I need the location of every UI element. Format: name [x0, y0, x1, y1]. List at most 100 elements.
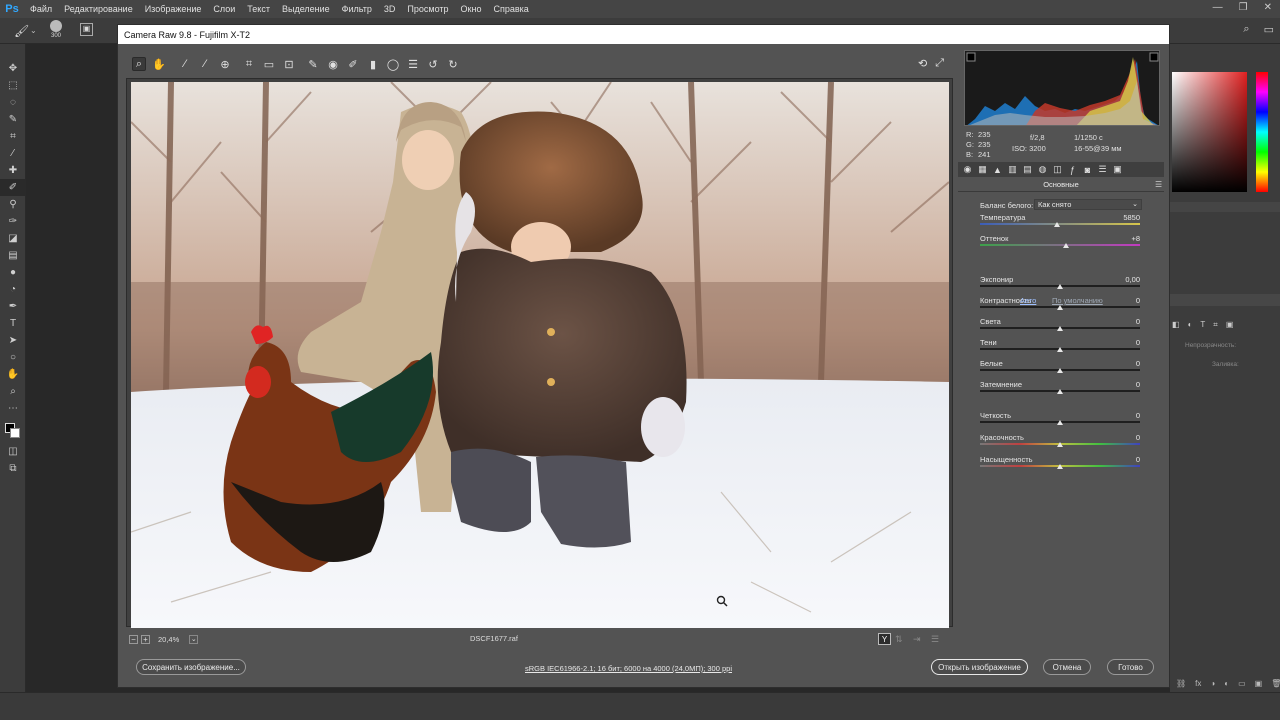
preview-canvas[interactable]	[126, 78, 953, 628]
zoom-in-button[interactable]: +	[141, 634, 150, 644]
tab-split-toning-icon[interactable]: ▤	[1022, 164, 1033, 175]
menu-help[interactable]: Справка	[493, 4, 528, 14]
slider-value[interactable]: 0	[1100, 296, 1140, 305]
dodge-icon[interactable]: ◔	[0, 281, 26, 298]
zoom-icon[interactable]: ⌕	[0, 383, 26, 400]
chevron-down-icon[interactable]: ⌄	[30, 26, 37, 35]
slider-handle[interactable]	[1053, 222, 1060, 227]
default-link[interactable]: По умолчанию	[1052, 296, 1103, 305]
slider-value[interactable]: 0	[1100, 455, 1140, 464]
swap-settings-icon[interactable]: ⇅	[895, 634, 903, 645]
slider-handle[interactable]	[1057, 389, 1063, 394]
tab-camera-calibration-icon[interactable]: ◙	[1082, 164, 1093, 175]
minimize-icon[interactable]: —	[1213, 2, 1223, 13]
red-eye-icon[interactable]: ◉	[326, 57, 340, 71]
eraser-icon[interactable]: ◪	[0, 230, 26, 247]
slider-handle[interactable]	[1057, 347, 1063, 352]
crop-tool-icon[interactable]: ⌗	[0, 128, 26, 145]
type-tool-icon[interactable]: T	[0, 315, 26, 332]
menu-layers[interactable]: Слои	[213, 4, 235, 14]
menu-type[interactable]: Текст	[247, 4, 270, 14]
tab-effects-icon[interactable]: ◫	[1052, 164, 1063, 175]
menu-view[interactable]: Просмотр	[407, 4, 448, 14]
stamp-tool-icon[interactable]: ⚲	[0, 196, 26, 213]
slider-value[interactable]: 0	[1100, 411, 1140, 420]
open-image-button[interactable]: Открыть изображение	[931, 659, 1028, 675]
straighten-icon[interactable]: ▭	[262, 57, 276, 71]
marquee-tool-icon[interactable]: ⬚	[0, 77, 26, 94]
search-icon[interactable]: ⌕	[1243, 23, 1249, 36]
wb-select[interactable]: Как снято ⌄	[1034, 199, 1142, 210]
target-adjust-icon[interactable]: ⊕	[218, 57, 232, 71]
rotate-left-icon[interactable]: ↺	[426, 57, 440, 71]
slider-value[interactable]: 0	[1100, 338, 1140, 347]
color-swatches[interactable]	[0, 417, 25, 443]
tab-hsl-icon[interactable]: ▥	[1007, 164, 1018, 175]
slider-value[interactable]: +8	[1100, 234, 1140, 243]
menu-window[interactable]: Окно	[461, 4, 482, 14]
gradient-icon[interactable]: ▤	[0, 247, 26, 264]
hand-tool-icon[interactable]: ✋	[152, 57, 166, 71]
tab-detail-icon[interactable]: ▲	[992, 164, 1003, 175]
menu-select[interactable]: Выделение	[282, 4, 330, 14]
fullscreen-icon[interactable]: ⤢	[935, 57, 944, 70]
slider-value[interactable]: 0	[1100, 433, 1140, 442]
slider-value[interactable]: 0	[1100, 317, 1140, 326]
adjust-brush-icon[interactable]: ✐	[346, 57, 360, 71]
tab-tone-curve-icon[interactable]: ▦	[977, 164, 988, 175]
slider-value[interactable]: 0	[1100, 359, 1140, 368]
close-icon[interactable]: ✕	[1264, 2, 1272, 13]
zoom-out-button[interactable]: −	[129, 634, 138, 644]
menu-file[interactable]: Файл	[30, 4, 52, 14]
history-brush-icon[interactable]: ✑	[0, 213, 26, 230]
brush-icon[interactable]: 🖌	[14, 24, 29, 38]
tab-snapshots-icon[interactable]: ▣	[1112, 164, 1123, 175]
workspace-icon[interactable]: ▭	[1264, 23, 1274, 36]
slider-handle[interactable]	[1057, 326, 1063, 331]
screen-mode-icon[interactable]: ⧉	[0, 460, 26, 477]
path-select-icon[interactable]: ➤	[0, 332, 26, 349]
slider-value[interactable]: 5850	[1100, 213, 1140, 222]
brush-panel-icon[interactable]: ▣	[80, 23, 93, 36]
white-balance-icon[interactable]: ⁄	[178, 57, 192, 71]
quick-mask-icon[interactable]: ◫	[0, 443, 26, 460]
toggle-settings-icon[interactable]: ☰	[931, 634, 939, 645]
crop-icon[interactable]: ⌗	[242, 57, 256, 71]
tab-presets-icon[interactable]: ☰	[1097, 164, 1108, 175]
zoom-tool-icon[interactable]: ⌕	[132, 57, 146, 71]
color-picker-field[interactable]	[1172, 72, 1247, 192]
slider-handle[interactable]	[1057, 420, 1063, 425]
done-button[interactable]: Готово	[1107, 659, 1154, 675]
tab-lens-icon[interactable]: ◍	[1037, 164, 1048, 175]
hand-icon[interactable]: ✋	[0, 366, 26, 383]
auto-link[interactable]: Авто	[1020, 296, 1036, 305]
slider-handle[interactable]	[1057, 284, 1063, 289]
healing-icon[interactable]: ✚	[0, 162, 26, 179]
save-image-button[interactable]: Сохранить изображение...	[136, 659, 246, 675]
menu-edit[interactable]: Редактирование	[64, 4, 133, 14]
graduated-filter-icon[interactable]: ▮	[366, 57, 380, 71]
slider-value[interactable]: 0,00	[1100, 275, 1140, 284]
tab-fx-icon[interactable]: ƒ	[1067, 164, 1078, 175]
panel-menu-icon[interactable]: ☰	[1155, 180, 1162, 189]
lasso-tool-icon[interactable]: ◌	[0, 94, 26, 111]
preferences-icon[interactable]: ☰	[406, 57, 420, 71]
transform-icon[interactable]: ⊡	[282, 57, 296, 71]
slider-handle[interactable]	[1057, 442, 1063, 447]
zoom-dropdown-icon[interactable]: ⌄	[189, 634, 199, 644]
copy-settings-icon[interactable]: ⇥	[913, 634, 921, 645]
pen-icon[interactable]: ✒	[0, 298, 26, 315]
rotate-right-icon[interactable]: ↻	[446, 57, 460, 71]
spot-removal-icon[interactable]: ✎	[306, 57, 320, 71]
zoom-level[interactable]: 20,4%	[158, 635, 179, 644]
menu-image[interactable]: Изображение	[145, 4, 202, 14]
workflow-options-link[interactable]: sRGB IEC61966-2.1; 16 бит; 6000 на 4000 …	[525, 664, 732, 673]
radial-filter-icon[interactable]: ◯	[386, 57, 400, 71]
layer-actions[interactable]: ⛓ fx ◑ ◐ ▭ ▣ 🗑	[1176, 679, 1280, 688]
cancel-button[interactable]: Отмена	[1043, 659, 1091, 675]
shape-icon[interactable]: ○	[0, 349, 26, 366]
slider-handle[interactable]	[1057, 305, 1063, 310]
slider-track[interactable]	[980, 244, 1140, 246]
refresh-icon[interactable]: ⟲	[918, 57, 927, 70]
slider-value[interactable]: 0	[1100, 380, 1140, 389]
